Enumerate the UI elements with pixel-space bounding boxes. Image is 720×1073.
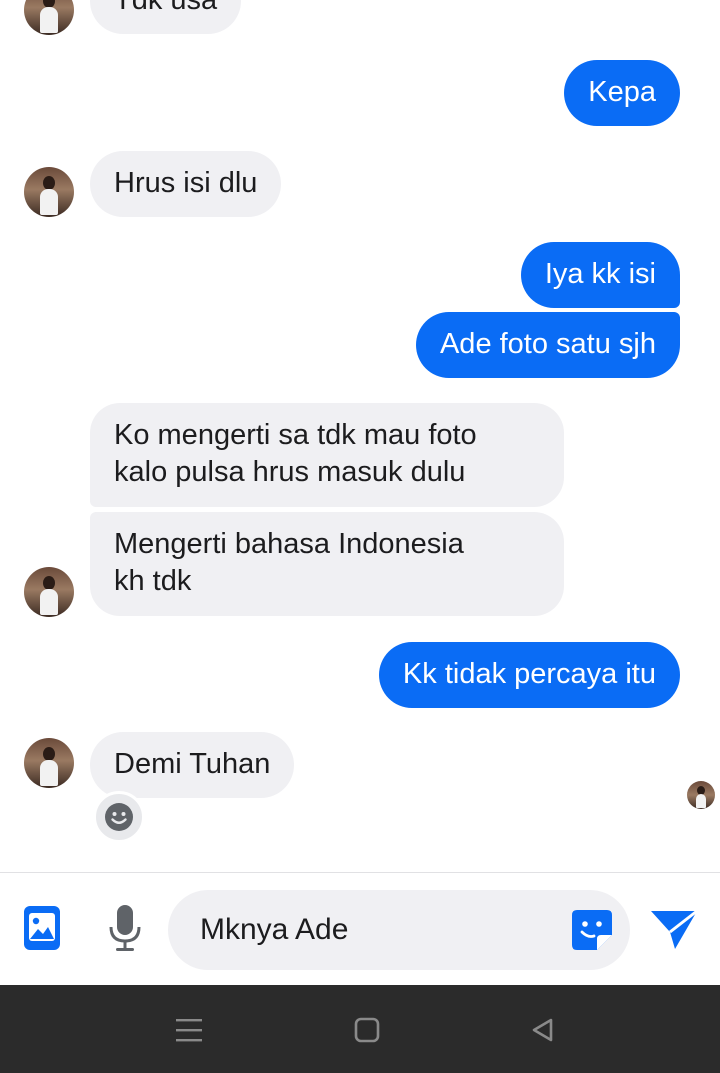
incoming-message[interactable]: Demi Tuhan xyxy=(90,732,295,798)
incoming-message[interactable]: Ko mengerti sa tdk mau foto kalo pulsa h… xyxy=(90,403,564,507)
incoming-message[interactable]: Mengerti bahasa Indonesia kh tdk xyxy=(90,512,564,616)
message-text-line: Mengerti bahasa Indonesia xyxy=(114,528,464,560)
outgoing-message[interactable]: Kk tidak percaya itu xyxy=(378,642,680,708)
outgoing-message[interactable]: Kepa xyxy=(564,60,680,126)
send-icon[interactable] xyxy=(648,905,700,953)
message-thread[interactable]: Tdk usa Kepa Hrus isi dlu Iya kk isi Ade… xyxy=(0,0,720,872)
incoming-message[interactable]: Tdk usa xyxy=(90,0,242,34)
message-input[interactable]: Mknya Ade xyxy=(168,890,630,970)
message-text: Kepa xyxy=(588,76,656,108)
contact-avatar[interactable] xyxy=(24,567,74,617)
gallery-icon[interactable] xyxy=(20,903,64,953)
incoming-message[interactable]: Hrus isi dlu xyxy=(90,151,282,217)
message-text: Iya kk isi xyxy=(544,258,656,290)
message-text: Hrus isi dlu xyxy=(114,167,258,199)
messenger-screen: Tdk usa Kepa Hrus isi dlu Iya kk isi Ade… xyxy=(0,0,720,1073)
microphone-icon[interactable] xyxy=(103,901,147,955)
message-text: Demi Tuhan xyxy=(114,748,271,780)
home-icon[interactable] xyxy=(350,1013,384,1047)
outgoing-message[interactable]: Iya kk isi xyxy=(520,242,680,308)
menu-icon[interactable] xyxy=(172,1013,206,1047)
sticker-icon[interactable] xyxy=(568,906,616,954)
message-text: Kk tidak percaya itu xyxy=(402,658,656,690)
message-text: Ade foto satu sjh xyxy=(439,328,656,360)
contact-avatar[interactable] xyxy=(24,0,74,35)
message-composer: Mknya Ade xyxy=(0,872,720,985)
message-text-line: kalo pulsa hrus masuk dulu xyxy=(114,456,466,488)
message-text: Tdk usa xyxy=(114,0,218,16)
contact-avatar[interactable] xyxy=(24,167,74,217)
outgoing-message[interactable]: Ade foto satu sjh xyxy=(415,312,680,378)
system-navigation-bar xyxy=(0,985,720,1073)
seen-indicator-avatar xyxy=(687,781,715,809)
message-input-value: Mknya Ade xyxy=(200,913,349,946)
message-text-line: Ko mengerti sa tdk mau foto xyxy=(114,419,477,451)
message-text-line: kh tdk xyxy=(114,565,192,597)
contact-avatar[interactable] xyxy=(24,738,74,788)
back-icon[interactable] xyxy=(526,1013,560,1047)
smiley-face-icon[interactable] xyxy=(93,791,145,843)
